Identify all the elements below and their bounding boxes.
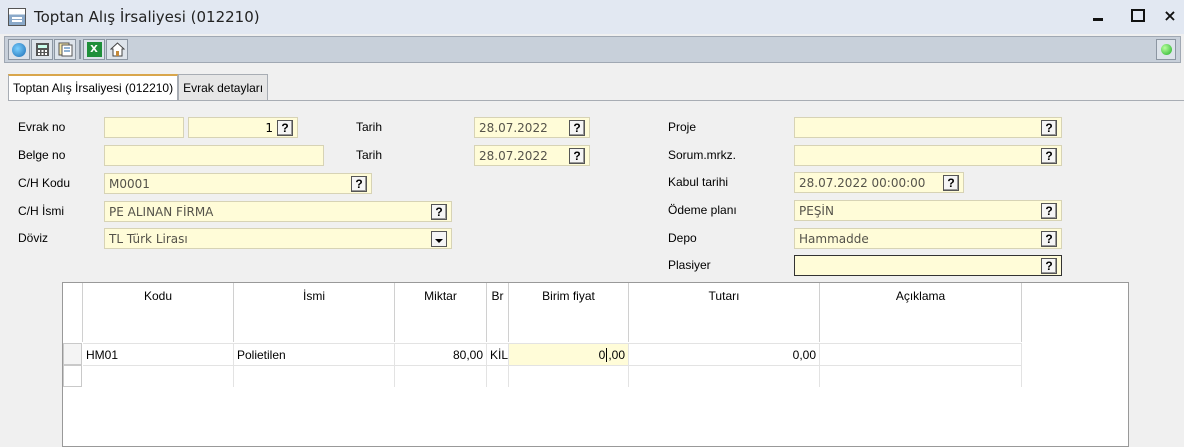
col-header-br[interactable]: Br bbox=[487, 283, 509, 342]
plasiyer-field[interactable]: ? bbox=[794, 255, 1062, 276]
sorum-mrkz-field[interactable]: ? bbox=[794, 145, 1062, 166]
doviz-select[interactable]: TL Türk Lirası bbox=[104, 228, 452, 249]
minimize-button[interactable] bbox=[1078, 0, 1118, 30]
plasiyer-label: Plasiyer bbox=[668, 258, 711, 272]
col-header-tutari[interactable]: Tutarı bbox=[629, 283, 820, 342]
tab-evrak-detaylari[interactable]: Evrak detayları bbox=[178, 74, 269, 100]
evrak-no-lookup-button[interactable]: ? bbox=[277, 119, 293, 136]
kabul-tarihi-field[interactable]: 28.07.2022 00:00:00 ? bbox=[794, 172, 964, 193]
plasiyer-lookup-button[interactable]: ? bbox=[1041, 257, 1057, 274]
belge-no-field[interactable] bbox=[104, 145, 324, 166]
tab-irsaliye[interactable]: Toptan Alış İrsaliyesi (012210) bbox=[8, 74, 179, 100]
tab-divider bbox=[8, 100, 1184, 101]
col-header-aciklama[interactable]: Açıklama bbox=[820, 283, 1022, 342]
cell-empty[interactable] bbox=[487, 365, 509, 387]
ch-kodu-field[interactable]: M0001 ? bbox=[104, 173, 372, 194]
cell-empty[interactable] bbox=[83, 365, 234, 387]
tarih-label-1: Tarih bbox=[356, 120, 383, 134]
col-header-ismi[interactable]: İsmi bbox=[234, 283, 395, 342]
proje-lookup-button[interactable]: ? bbox=[1041, 119, 1057, 136]
chevron-down-icon[interactable] bbox=[431, 230, 447, 247]
home-icon[interactable] bbox=[106, 39, 128, 60]
col-header-birim-fiyat[interactable]: Birim fiyat bbox=[509, 283, 629, 342]
ch-ismi-lookup-button[interactable]: ? bbox=[431, 203, 447, 220]
proje-label: Proje bbox=[668, 120, 697, 134]
cell-empty[interactable] bbox=[395, 365, 487, 387]
excel-icon[interactable]: X bbox=[83, 39, 105, 60]
row-indicator[interactable] bbox=[63, 365, 82, 387]
cell-empty[interactable] bbox=[820, 365, 1022, 387]
tarih-2-lookup-button[interactable]: ? bbox=[569, 147, 585, 164]
depo-label: Depo bbox=[668, 231, 697, 245]
col-header-kodu[interactable]: Kodu bbox=[83, 283, 234, 342]
tab-bar: Toptan Alış İrsaliyesi (012210) Evrak de… bbox=[8, 74, 269, 100]
items-grid: Kodu İsmi Miktar Br Birim fiyat Tutarı A… bbox=[62, 282, 1129, 447]
close-button[interactable]: × bbox=[1150, 0, 1184, 30]
status-indicator-icon bbox=[1156, 39, 1176, 60]
cell-kodu[interactable]: HM01 bbox=[83, 343, 234, 365]
cell-empty[interactable] bbox=[509, 365, 629, 387]
kabul-tarihi-lookup-button[interactable]: ? bbox=[943, 174, 959, 191]
depo-field[interactable]: Hammadde ? bbox=[794, 228, 1062, 249]
ch-ismi-field[interactable]: PE ALINAN FİRMA ? bbox=[104, 201, 452, 222]
app-icon bbox=[8, 8, 26, 26]
cell-birim-fiyat[interactable]: 0,00 bbox=[509, 343, 629, 365]
odeme-plani-label: Ödeme planı bbox=[668, 203, 737, 217]
cell-empty[interactable] bbox=[629, 365, 820, 387]
odeme-plani-field[interactable]: PEŞİN ? bbox=[794, 200, 1062, 221]
cell-miktar[interactable]: 80,00 bbox=[395, 343, 487, 365]
row-indicator[interactable] bbox=[63, 343, 82, 365]
cell-br[interactable]: KİL bbox=[487, 343, 509, 365]
globe-icon[interactable] bbox=[8, 39, 30, 60]
tarih-1-lookup-button[interactable]: ? bbox=[569, 119, 585, 136]
belge-no-label: Belge no bbox=[18, 148, 66, 162]
text-caret bbox=[606, 347, 608, 362]
title-bar: Toptan Alış İrsaliyesi (012210) × bbox=[0, 0, 1184, 34]
ch-ismi-label: C/H İsmi bbox=[18, 204, 64, 218]
sorum-mrkz-label: Sorum.mrkz. bbox=[668, 148, 737, 162]
ch-kodu-label: C/H Kodu bbox=[18, 176, 71, 190]
tarih-label-2: Tarih bbox=[356, 148, 383, 162]
grid-corner bbox=[63, 283, 83, 342]
documents-icon[interactable] bbox=[54, 39, 76, 60]
cell-ismi[interactable]: Polietilen bbox=[234, 343, 395, 365]
proje-field[interactable]: ? bbox=[794, 117, 1062, 138]
kabul-tarihi-label: Kabul tarihi bbox=[668, 175, 729, 189]
cell-tutari[interactable]: 0,00 bbox=[629, 343, 820, 365]
window-title: Toptan Alış İrsaliyesi (012210) bbox=[34, 8, 260, 26]
doviz-label: Döviz bbox=[18, 231, 49, 245]
calculator-icon[interactable] bbox=[31, 39, 53, 60]
col-header-miktar[interactable]: Miktar bbox=[395, 283, 487, 342]
cell-empty[interactable] bbox=[234, 365, 395, 387]
evrak-no-label: Evrak no bbox=[18, 120, 66, 134]
toolbar-separator bbox=[79, 40, 81, 59]
odeme-plani-lookup-button[interactable]: ? bbox=[1041, 202, 1057, 219]
cell-aciklama[interactable] bbox=[820, 343, 1022, 365]
tarih-field-1[interactable]: 28.07.2022 ? bbox=[474, 117, 590, 138]
evrak-no-field[interactable]: 1 ? bbox=[188, 117, 298, 138]
sorum-mrkz-lookup-button[interactable]: ? bbox=[1041, 147, 1057, 164]
ch-kodu-lookup-button[interactable]: ? bbox=[351, 175, 367, 192]
evrak-seri-field[interactable] bbox=[104, 117, 184, 138]
toolbar: X bbox=[4, 36, 1181, 63]
tarih-field-2[interactable]: 28.07.2022 ? bbox=[474, 145, 590, 166]
depo-lookup-button[interactable]: ? bbox=[1041, 230, 1057, 247]
